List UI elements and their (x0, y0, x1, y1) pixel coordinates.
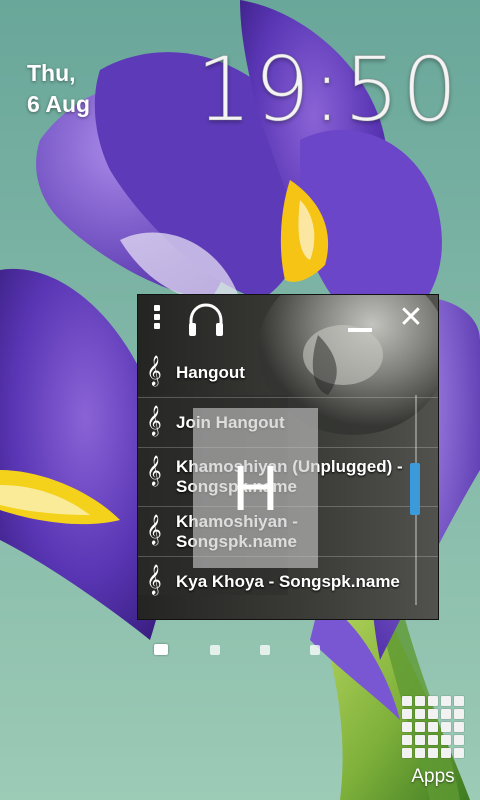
day-label: Thu, (27, 60, 76, 86)
song-title: Hangout (176, 362, 245, 382)
apps-button[interactable]: Apps (398, 694, 468, 792)
treble-clef-icon: 𝄞 (146, 515, 162, 545)
apps-label: Apps (411, 766, 455, 787)
minimize-button[interactable] (346, 305, 374, 335)
headphones-icon[interactable] (186, 301, 226, 341)
treble-clef-icon: 𝄞 (146, 406, 162, 436)
clock-time[interactable]: 19:50 (196, 39, 460, 140)
page-indicator (154, 643, 324, 657)
apps-grid-icon (402, 696, 464, 758)
menu-icon[interactable] (150, 303, 164, 339)
treble-clef-icon: 𝄞 (146, 356, 162, 386)
widget-header: ✕ (138, 295, 438, 347)
lockscreen-date: Thu, 6 Aug (27, 58, 90, 120)
treble-clef-icon: 𝄞 (146, 456, 162, 486)
date-label: 6 Aug (27, 91, 91, 117)
song-row[interactable]: 𝄞 Hangout (138, 348, 438, 397)
index-letter-overlay: H (193, 408, 318, 568)
page-dot[interactable] (260, 645, 270, 655)
page-dot[interactable] (310, 645, 320, 655)
page-dot[interactable] (210, 645, 220, 655)
treble-clef-icon: 𝄞 (146, 565, 162, 595)
page-dot-active[interactable] (154, 644, 168, 655)
close-button[interactable]: ✕ (396, 303, 426, 333)
scrollbar-thumb[interactable] (410, 463, 420, 515)
